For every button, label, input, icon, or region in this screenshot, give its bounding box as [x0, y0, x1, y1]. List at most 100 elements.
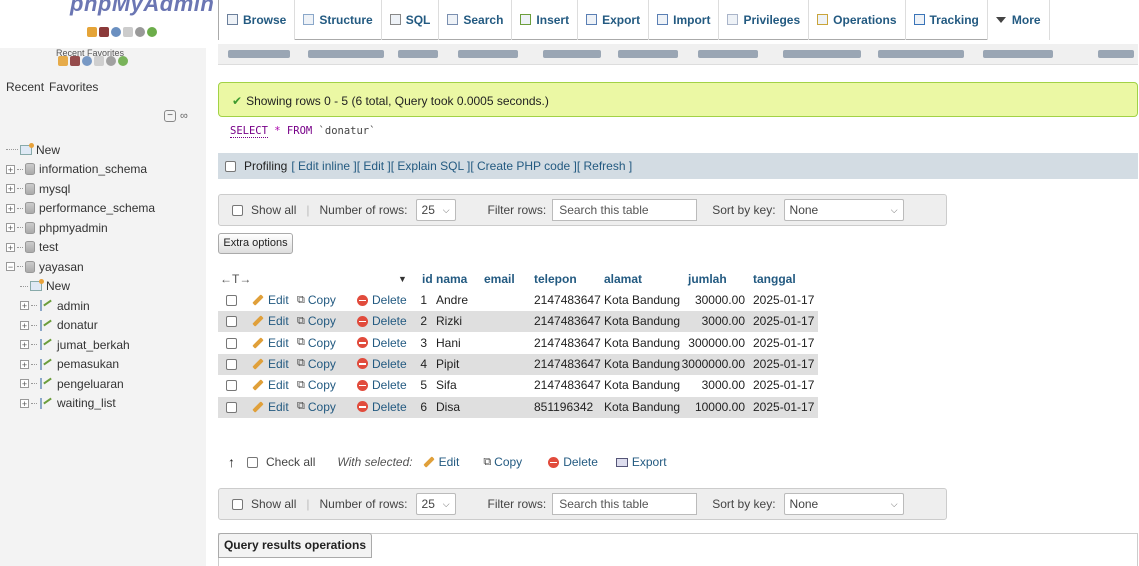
expand-icon[interactable]: + — [6, 164, 15, 174]
check-all-checkbox[interactable] — [247, 456, 258, 468]
tab-browse[interactable]: Browse — [219, 0, 296, 40]
row-edit-button[interactable]: Edit — [252, 314, 289, 328]
expand-icon[interactable]: + — [20, 398, 29, 408]
column-header-tanggal[interactable]: tanggal — [753, 272, 796, 286]
row-copy-button[interactable]: ⧉ Copy — [297, 314, 336, 328]
cell-tanggal[interactable]: 2025-01-17 — [753, 293, 814, 307]
number-of-rows-select[interactable]: 25 ⌵ — [415, 199, 456, 221]
cell-jumlah[interactable]: 3000.00 — [702, 378, 745, 392]
column-header-nama[interactable]: nama — [436, 272, 467, 286]
column-header-id[interactable]: id — [422, 272, 433, 286]
cell-jumlah[interactable]: 10000.00 — [695, 400, 745, 414]
tree-item-label[interactable]: jumat_berkah — [57, 338, 130, 352]
bulk-edit-button[interactable]: Edit — [422, 455, 459, 469]
tree-item-pemasukan-1[interactable]: + pemasukan — [6, 355, 155, 375]
tree-item-label[interactable]: admin — [57, 299, 90, 313]
expand-icon[interactable]: + — [6, 184, 15, 194]
cell-telepon[interactable]: 2147483647 — [534, 293, 601, 307]
row-checkbox[interactable] — [226, 358, 237, 370]
tree-item-mysql[interactable]: + mysql — [6, 179, 155, 199]
cell-tanggal[interactable]: 2025-01-17 — [753, 314, 814, 328]
cell-id[interactable]: 1 — [420, 293, 427, 307]
profiling-link[interactable]: [ Edit ] — [357, 159, 391, 173]
tab-recent[interactable]: Recent — [6, 80, 44, 94]
tree-item-label[interactable]: information_schema — [39, 162, 147, 176]
tree-item-yayasan[interactable]: − yayasan — [6, 257, 155, 277]
cell-nama[interactable]: Sifa — [436, 378, 457, 392]
tree-item-waiting-list-1[interactable]: + waiting_list — [6, 394, 155, 414]
row-checkbox[interactable] — [226, 337, 237, 349]
profiling-link[interactable]: [ Explain SQL ] — [391, 159, 471, 173]
cell-jumlah[interactable]: 30000.00 — [695, 293, 745, 307]
tree-item-pengeluaran-1[interactable]: + pengeluaran — [6, 374, 155, 394]
filter-rows-input-bottom[interactable]: Search this table — [552, 493, 698, 515]
cell-alamat[interactable]: Kota Bandung — [604, 378, 680, 392]
expand-icon[interactable]: + — [6, 223, 15, 233]
expand-icon[interactable]: + — [20, 340, 29, 350]
expand-icon[interactable]: + — [6, 203, 15, 213]
profiling-link[interactable]: [ Create PHP code ] — [470, 159, 577, 173]
cell-telepon[interactable]: 851196342 — [534, 400, 593, 414]
tree-item-new-1[interactable]: New — [6, 277, 155, 297]
reload-icon[interactable] — [147, 27, 157, 37]
sort-by-key-select-bottom[interactable]: None ⌵ — [783, 493, 904, 515]
cell-tanggal[interactable]: 2025-01-17 — [753, 336, 814, 350]
tab-more[interactable]: More — [988, 0, 1050, 40]
link-icon[interactable]: ∞ — [180, 110, 188, 122]
row-checkbox[interactable] — [226, 380, 237, 392]
cell-nama[interactable]: Hani — [436, 336, 461, 350]
cell-telepon[interactable]: 2147483647 — [534, 336, 601, 350]
tree-item-test[interactable]: + test — [6, 238, 155, 258]
cell-nama[interactable]: Pipit — [436, 357, 459, 371]
tree-item-performance-schema[interactable]: + performance_schema — [6, 199, 155, 219]
row-copy-button[interactable]: ⧉ Copy — [297, 293, 336, 307]
column-arrows-icon[interactable]: ←T→ — [220, 272, 251, 286]
cell-alamat[interactable]: Kota Bandung — [604, 314, 680, 328]
tab-tracking[interactable]: Tracking — [906, 0, 988, 40]
logout-icon[interactable] — [99, 27, 109, 37]
cell-tanggal[interactable]: 2025-01-17 — [753, 378, 814, 392]
row-copy-button[interactable]: ⧉ Copy — [297, 357, 336, 371]
column-header-alamat[interactable]: alamat — [604, 272, 642, 286]
row-delete-button[interactable]: Delete — [357, 314, 407, 328]
extra-options-button[interactable]: Extra options — [218, 233, 293, 254]
row-checkbox[interactable] — [226, 401, 237, 413]
row-copy-button[interactable]: ⧉ Copy — [297, 378, 336, 392]
row-checkbox[interactable] — [226, 295, 237, 306]
bulk-export-button[interactable]: Export — [615, 455, 667, 469]
row-delete-button[interactable]: Delete — [357, 357, 407, 371]
tree-item-label[interactable]: pemasukan — [57, 357, 119, 371]
tree-item-label[interactable]: test — [39, 240, 58, 254]
tab-search[interactable]: Search — [439, 0, 513, 40]
bulk-delete-button[interactable]: Delete — [548, 455, 598, 469]
tab-sql[interactable]: SQL — [382, 0, 440, 40]
tab-insert[interactable]: Insert — [512, 0, 579, 40]
profiling-checkbox[interactable] — [225, 160, 236, 172]
row-edit-button[interactable]: Edit — [252, 336, 289, 350]
show-all-checkbox[interactable] — [232, 204, 243, 216]
cell-alamat[interactable]: Kota Bandung — [604, 357, 680, 371]
cell-alamat[interactable]: Kota Bandung — [604, 336, 680, 350]
number-of-rows-select-bottom[interactable]: 25 ⌵ — [415, 493, 456, 515]
cell-alamat[interactable]: Kota Bandung — [604, 293, 680, 307]
tree-item-label[interactable]: waiting_list — [57, 396, 116, 410]
collapse-icon[interactable]: − — [6, 262, 15, 272]
home-icon[interactable] — [87, 27, 97, 37]
tab-favorites[interactable]: Favorites — [49, 80, 98, 94]
cell-telepon[interactable]: 2147483647 — [534, 314, 601, 328]
tree-item-new[interactable]: New — [6, 140, 155, 160]
row-edit-button[interactable]: Edit — [252, 400, 289, 414]
tree-item-label[interactable]: donatur — [57, 318, 98, 332]
settings-icon[interactable] — [135, 27, 145, 37]
tab-structure[interactable]: Structure — [295, 0, 382, 40]
tree-item-label[interactable]: pengeluaran — [57, 377, 124, 391]
cell-id[interactable]: 6 — [420, 400, 427, 414]
sort-by-key-select[interactable]: None ⌵ — [783, 199, 904, 221]
sort-desc-icon[interactable]: ▼ — [398, 274, 407, 284]
cell-id[interactable]: 4 — [420, 357, 427, 371]
check-all-label[interactable]: Check all — [266, 455, 315, 469]
row-delete-button[interactable]: Delete — [357, 400, 407, 414]
tree-item-label[interactable]: New — [46, 279, 70, 293]
row-delete-button[interactable]: Delete — [357, 336, 407, 350]
row-checkbox[interactable] — [226, 316, 237, 328]
